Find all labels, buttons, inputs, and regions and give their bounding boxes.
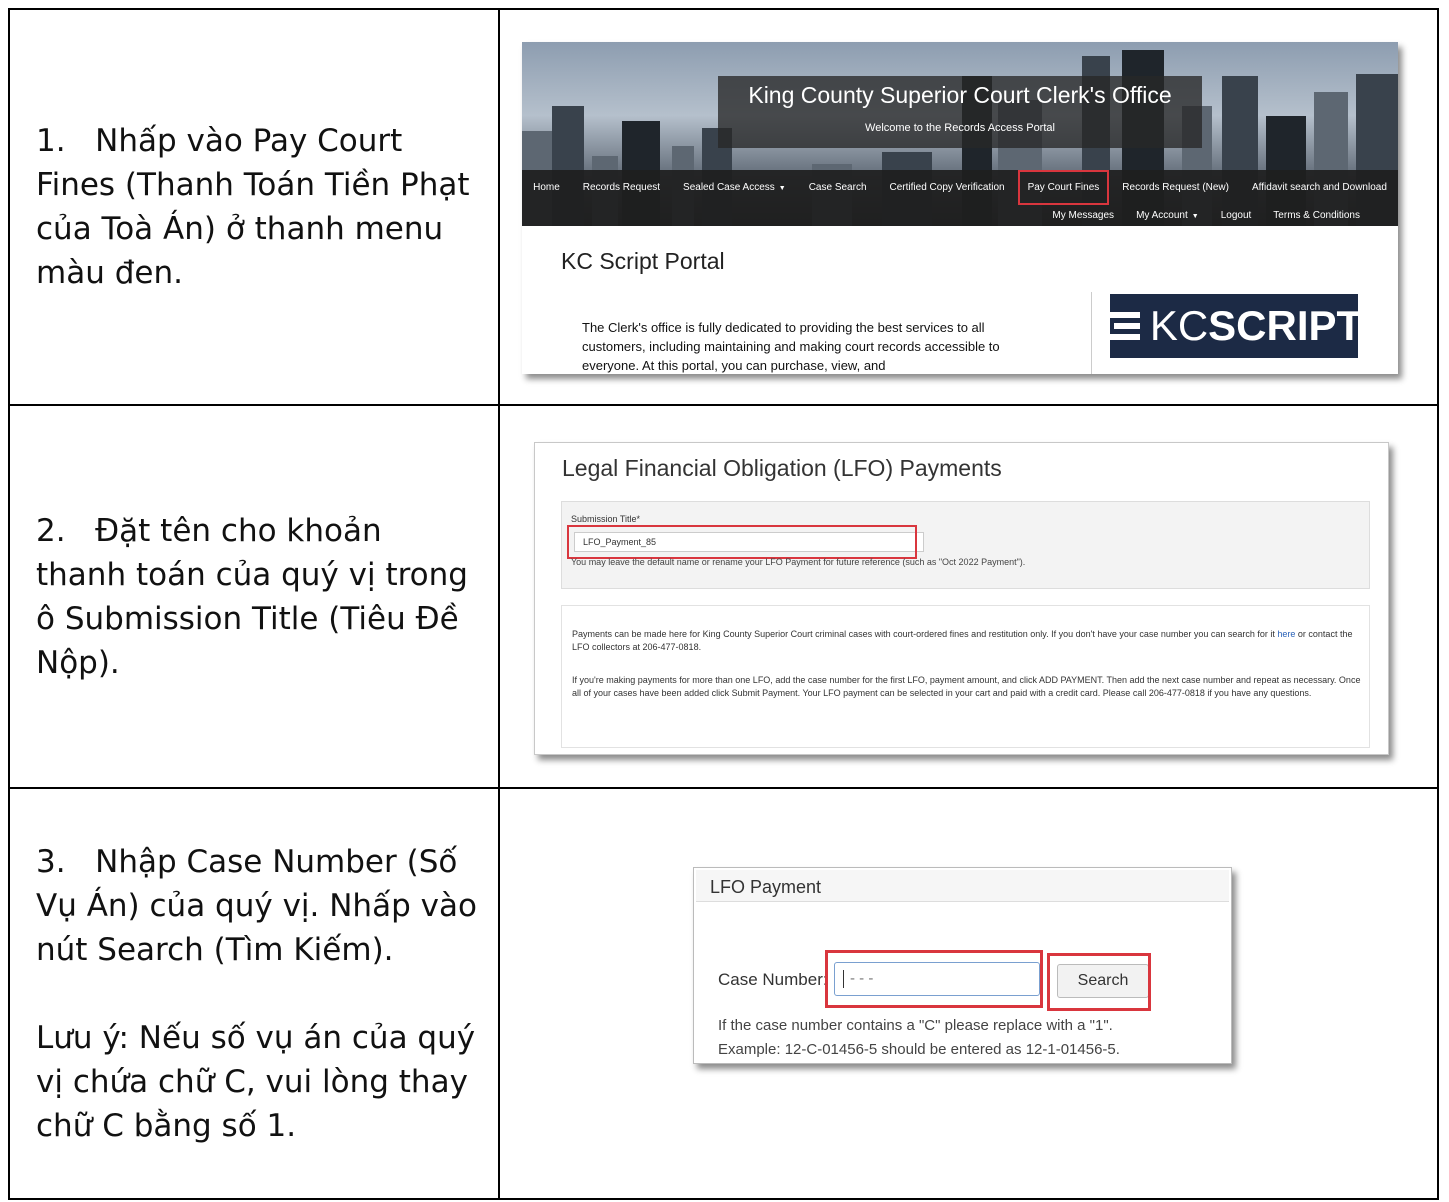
caret-down-icon: ▼: [1191, 213, 1199, 220]
step-1-instruction-cell: 1. Nhấp vào Pay Court Fines (Thanh Toán …: [8, 8, 500, 406]
step-3-instruction: 3. Nhập Case Number (Số Vụ Án) của quý v…: [36, 843, 477, 968]
step-3-screenshot-cell: LFO Payment Case Number: - - - Search If…: [498, 787, 1439, 1200]
screenshot-portal-home: King County Superior Court Clerk's Offic…: [522, 42, 1398, 374]
portal-intro-text: The Clerk's office is fully dedicated to…: [582, 320, 1000, 373]
payment-info-text-2: If you're making payments for more than …: [572, 675, 1361, 698]
step-2-instruction-cell: 2. Đặt tên cho khoản thanh toán của quý …: [8, 404, 500, 789]
step-3-instruction-cell: 3. Nhập Case Number (Số Vụ Án) của quý v…: [8, 787, 500, 1200]
lfo-heading: Legal Financial Obligation (LFO) Payment…: [562, 455, 1002, 481]
divider: [1091, 292, 1092, 374]
case-number-hint: If the case number contains a "C" please…: [718, 1017, 1120, 1058]
step-row-2: 2. Đặt tên cho khoản thanh toán của quý …: [8, 404, 1439, 789]
nav-my-account[interactable]: My Account ▼: [1134, 206, 1201, 225]
nav-records-request[interactable]: Records Request: [581, 178, 662, 197]
nav-affidavit-search[interactable]: Affidavit search and Download: [1250, 178, 1389, 197]
site-subtitle: Welcome to the Records Access Portal: [865, 122, 1055, 134]
kcscript-logo: KC SCRIPT: [1105, 294, 1362, 358]
portal-title: KC Script Portal: [561, 248, 725, 274]
submission-title-panel: Submission Title* LFO_Payment_85 You may…: [561, 501, 1370, 589]
lfo-payment-title: LFO Payment: [710, 877, 822, 897]
step-1-screenshot-cell: King County Superior Court Clerk's Offic…: [498, 8, 1439, 406]
highlight-box: [567, 525, 917, 559]
city-skyline-banner: King County Superior Court Clerk's Offic…: [522, 42, 1398, 226]
nav-row-secondary: My Messages My Account ▼ Logout Terms & C…: [1050, 206, 1362, 225]
case-number-label: Case Number:: [718, 970, 828, 989]
site-title: King County Superior Court Clerk's Offic…: [748, 82, 1172, 108]
nav-pay-court-fines[interactable]: Pay Court Fines: [1017, 170, 1110, 205]
step-2-screenshot-cell: Legal Financial Obligation (LFO) Payment…: [498, 404, 1439, 789]
nav-terms-conditions[interactable]: Terms & Conditions: [1271, 206, 1362, 225]
kcscript-mark-icon: [1105, 307, 1140, 345]
site-title-box: King County Superior Court Clerk's Offic…: [718, 76, 1202, 148]
highlight-box: [1047, 953, 1151, 1011]
black-navbar: Home Records Request Sealed Case Access ▼…: [522, 170, 1398, 226]
step-row-3: 3. Nhập Case Number (Số Vụ Án) của quý v…: [8, 787, 1439, 1200]
nav-certified-copy-verification[interactable]: Certified Copy Verification: [888, 178, 1007, 197]
nav-my-messages[interactable]: My Messages: [1050, 206, 1116, 225]
screenshot-lfo-case-search: LFO Payment Case Number: - - - Search If…: [693, 867, 1232, 1064]
payment-info-text-1: Payments can be made here for King Count…: [572, 629, 1353, 652]
screenshot-lfo-payments: Legal Financial Obligation (LFO) Payment…: [534, 442, 1389, 755]
highlight-box: [825, 950, 1043, 1008]
caret-down-icon: ▼: [778, 185, 786, 192]
step-3-note: Lưu ý: Nếu số vụ án của quý vị chứa chữ …: [36, 1019, 476, 1144]
submission-title-label: Submission Title*: [571, 514, 641, 524]
search-here-link[interactable]: here: [1277, 629, 1295, 639]
nav-logout[interactable]: Logout: [1219, 206, 1254, 225]
payment-info-panel: Payments can be made here for King Count…: [561, 605, 1370, 748]
nav-row-primary: Home Records Request Sealed Case Access ▼…: [522, 170, 1398, 205]
instruction-table: 1. Nhấp vào Pay Court Fines (Thanh Toán …: [8, 8, 1439, 1200]
nav-records-request-new[interactable]: Records Request (New): [1120, 178, 1231, 197]
nav-sealed-case-access[interactable]: Sealed Case Access ▼: [681, 178, 788, 197]
step-1-instruction: 1. Nhấp vào Pay Court Fines (Thanh Toán …: [36, 123, 470, 291]
nav-case-search[interactable]: Case Search: [807, 178, 869, 197]
nav-home[interactable]: Home: [531, 178, 562, 197]
step-row-1: 1. Nhấp vào Pay Court Fines (Thanh Toán …: [8, 8, 1439, 406]
step-2-instruction: 2. Đặt tên cho khoản thanh toán của quý …: [36, 512, 468, 681]
lfo-payment-panel-header: LFO Payment: [696, 870, 1229, 902]
submission-title-help: You may leave the default name or rename…: [571, 557, 1026, 567]
